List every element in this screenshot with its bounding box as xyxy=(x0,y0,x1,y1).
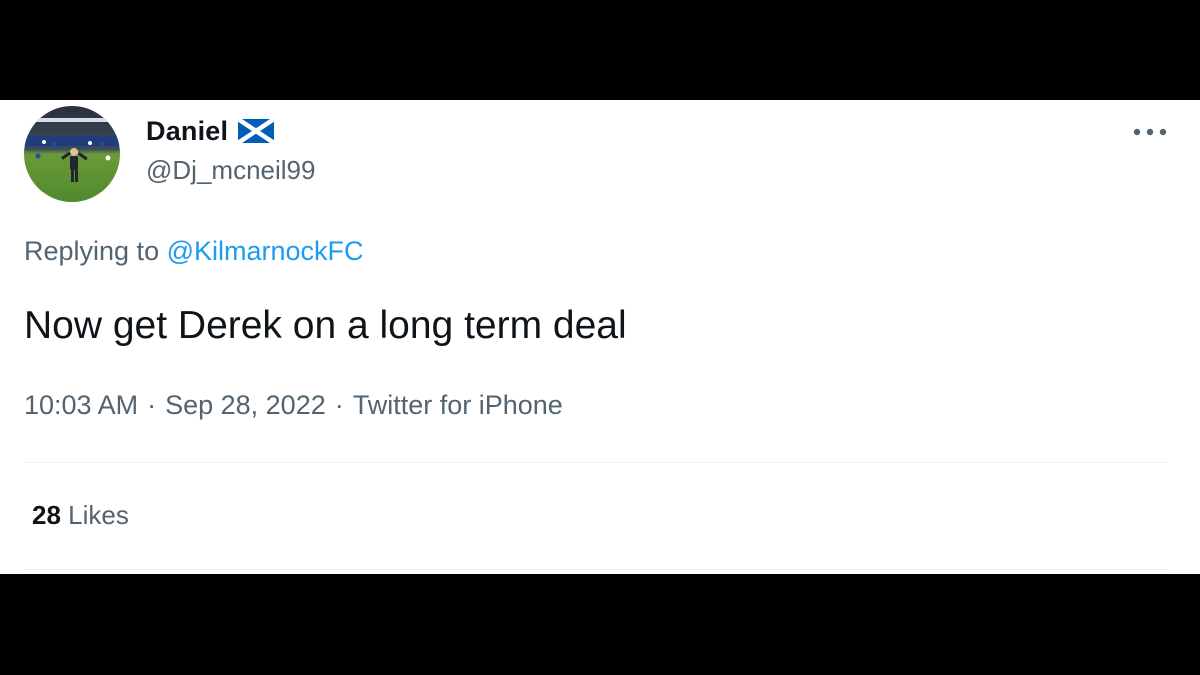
divider xyxy=(24,462,1168,463)
more-horizontal-icon xyxy=(1133,128,1167,136)
tweet-source[interactable]: Twitter for iPhone xyxy=(353,390,563,420)
author-handle[interactable]: @Dj_mcneil99 xyxy=(146,155,315,186)
likes-count: 28 xyxy=(32,500,61,530)
replying-to: Replying to @KilmarnockFC xyxy=(24,236,364,267)
more-options-button[interactable] xyxy=(1124,118,1176,146)
tweet-metadata: 10:03 AM · Sep 28, 2022 · Twitter for iPhone xyxy=(24,390,563,421)
divider xyxy=(24,569,1168,570)
tweet-card: Daniel @Dj_mcneil99 Replying to @Kilmarn… xyxy=(0,100,1200,574)
likes-link[interactable]: 28 Likes xyxy=(32,500,129,531)
replying-to-label: Replying to xyxy=(24,236,160,266)
replying-to-handle-link[interactable]: @KilmarnockFC xyxy=(167,236,364,266)
display-name[interactable]: Daniel xyxy=(146,116,228,147)
scotland-flag-icon xyxy=(236,117,276,145)
display-name-row[interactable]: Daniel xyxy=(146,114,276,148)
meta-separator: · xyxy=(334,390,344,420)
meta-separator: · xyxy=(147,390,157,420)
tweet-time[interactable]: 10:03 AM xyxy=(24,390,138,420)
tweet-text: Now get Derek on a long term deal xyxy=(24,304,627,347)
avatar-photo xyxy=(24,106,120,202)
avatar[interactable] xyxy=(24,106,120,202)
tweet-date[interactable]: Sep 28, 2022 xyxy=(165,390,326,420)
likes-label: Likes xyxy=(68,500,129,530)
